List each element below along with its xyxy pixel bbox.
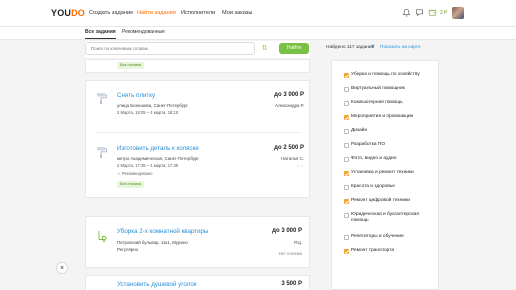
bell-icon[interactable]	[402, 8, 411, 17]
task-card[interactable]: Уборка 2-х комнатной квартиры до 3 000 Р…	[85, 216, 310, 268]
find-button[interactable]: Найти	[279, 43, 309, 54]
checkbox[interactable]	[344, 143, 349, 148]
search-bar: ⇅	[85, 41, 310, 58]
task-card-group: Снять плитку до 3 000 Р улица Бонншева, …	[85, 80, 310, 198]
category-label: Виртуальный помощник	[351, 86, 405, 91]
paint-roller-icon	[97, 147, 107, 158]
chat-icon[interactable]	[415, 8, 424, 17]
category-label: Разработка ПО	[351, 142, 386, 147]
filter-settings-icon[interactable]: ⇅	[258, 43, 271, 54]
task-price: до 2 500 Р	[274, 145, 304, 151]
category-label: Юридическая и бухгалтерская помощь	[351, 212, 419, 224]
task-frequency: Регулярно	[117, 247, 139, 252]
checkbox[interactable]	[344, 235, 349, 240]
close-icon[interactable]: ×	[56, 262, 68, 274]
category-item[interactable]: Красота и здоровье	[344, 184, 440, 194]
task-price: до 3 000 Р	[274, 92, 304, 98]
task-date: 2 Марта, 18:05 – 4 марта, 18:10	[117, 110, 179, 115]
task-title[interactable]: Уборка 2-х комнатной квартиры	[117, 228, 208, 235]
category-filter-panel: Уборка и помощь по хозяйству Виртуальный…	[331, 60, 439, 290]
task-title[interactable]: Снять плитку	[117, 92, 155, 99]
top-header: YOUDO Создать задание Найти задания Испо…	[0, 0, 516, 27]
task-card[interactable]: Установить душевой уголок 3 500 Р	[85, 275, 310, 290]
category-item[interactable]: Дизайн	[344, 128, 440, 138]
category-label: Установка и ремонт техники	[351, 170, 414, 175]
recommended-text: Рекомендовано	[121, 171, 153, 176]
task-card[interactable]: Без отклика	[85, 59, 310, 73]
tab-all-tasks[interactable]: Все задания	[85, 29, 116, 39]
map-pin-icon[interactable]: ⌖	[371, 44, 374, 51]
category-label: Уборка и помощь по хозяйству	[351, 72, 420, 77]
category-item[interactable]: Уборка и помощь по хозяйству	[344, 72, 440, 82]
balance-amount[interactable]: 2 Р	[440, 10, 448, 16]
checkbox[interactable]	[344, 171, 349, 176]
category-item[interactable]: Компьютерная помощь	[344, 100, 440, 110]
task-date: 2 Марта, 17:35 – 4 марта, 17:35	[117, 163, 179, 168]
nav-performers[interactable]: Исполнители	[181, 10, 215, 16]
show-on-map-link[interactable]: Показать на карте	[380, 45, 421, 50]
status-badge: Без отклика	[117, 181, 144, 188]
task-customer[interactable]: Р.Ц.	[294, 240, 302, 245]
rating-stars: ☆☆	[296, 163, 304, 168]
vacuum-icon	[98, 231, 107, 243]
category-item[interactable]: Фото, видео и аудио	[344, 156, 440, 166]
category-item[interactable]: Виртуальный помощник	[344, 86, 440, 96]
task-price: до 3 000 Р	[272, 228, 302, 234]
task-customer[interactable]: Александра Р.	[275, 103, 304, 108]
task-item[interactable]: Снять плитку до 3 000 Р улица Бонншева, …	[86, 81, 311, 137]
tabs-bar: Все задания Рекомендованные	[0, 27, 516, 40]
category-label: Красота и здоровье	[351, 184, 395, 189]
checkbox[interactable]	[344, 87, 349, 92]
checkbox[interactable]	[344, 101, 349, 106]
nav-find-tasks[interactable]: Найти задания	[137, 10, 176, 16]
category-item[interactable]: Установка и ремонт техники	[344, 170, 440, 180]
no-response-label: Нет отклика	[278, 251, 302, 256]
found-count: Найдено 117 заданий	[326, 45, 375, 50]
checkbox[interactable]	[344, 249, 349, 254]
search-input[interactable]	[85, 42, 255, 55]
category-item[interactable]: Разработка ПО	[344, 142, 440, 152]
checkbox[interactable]	[344, 213, 349, 218]
recommended-label: ☆ Рекомендовано	[117, 171, 153, 176]
logo[interactable]: YOUDO	[51, 8, 85, 18]
category-item[interactable]: Юридическая и бухгалтерская помощь	[344, 212, 440, 228]
nav-my-orders[interactable]: Мои заказы	[222, 10, 252, 16]
category-label: Ремонт цифровой техники	[351, 198, 410, 203]
task-address: Петровский бульвар, 11к1, Мурино	[117, 240, 188, 245]
checkbox[interactable]	[344, 73, 349, 78]
task-customer[interactable]: Наталья С.	[281, 156, 304, 161]
checkbox[interactable]	[344, 185, 349, 190]
category-label: Дизайн	[351, 128, 368, 133]
divider	[95, 132, 302, 133]
wallet-icon[interactable]	[428, 8, 437, 17]
checkbox[interactable]	[344, 199, 349, 204]
logo-text: YOU	[51, 8, 72, 18]
tab-recommended[interactable]: Рекомендованные	[122, 29, 165, 38]
logo-mark: DO	[71, 8, 86, 18]
task-title[interactable]: Установить душевой уголок	[117, 281, 196, 288]
category-label: Мероприятия и промоакции	[351, 114, 414, 119]
category-item[interactable]: Ремонт транспорта	[344, 248, 440, 258]
category-label: Репетиторы и обучение	[351, 234, 404, 239]
task-price: 3 500 Р	[281, 281, 302, 287]
category-item[interactable]: Ремонт цифровой техники	[344, 198, 440, 208]
task-item[interactable]: Изготовить деталь к коляске до 2 500 Р м…	[86, 137, 311, 199]
category-label: Ремонт транспорта	[351, 248, 395, 253]
nav-create-task[interactable]: Создать задание	[89, 10, 133, 16]
checkbox[interactable]	[344, 115, 349, 120]
category-label: Компьютерная помощь	[351, 100, 403, 105]
task-address: улица Бонншева, Санкт-Петербург	[117, 103, 189, 108]
checkbox[interactable]	[344, 157, 349, 162]
checkbox[interactable]	[344, 129, 349, 134]
category-label: Фото, видео и аудио	[351, 156, 397, 161]
category-item[interactable]: Репетиторы и обучение	[344, 234, 440, 244]
status-badge: Без отклика	[117, 62, 144, 69]
avatar[interactable]	[452, 7, 464, 19]
category-item[interactable]: Мероприятия и промоакции	[344, 114, 440, 124]
task-title[interactable]: Изготовить деталь к коляске	[117, 145, 199, 152]
task-address: метро Академическая, Санкт-Петербург	[117, 156, 199, 161]
paint-roller-icon	[97, 93, 107, 104]
